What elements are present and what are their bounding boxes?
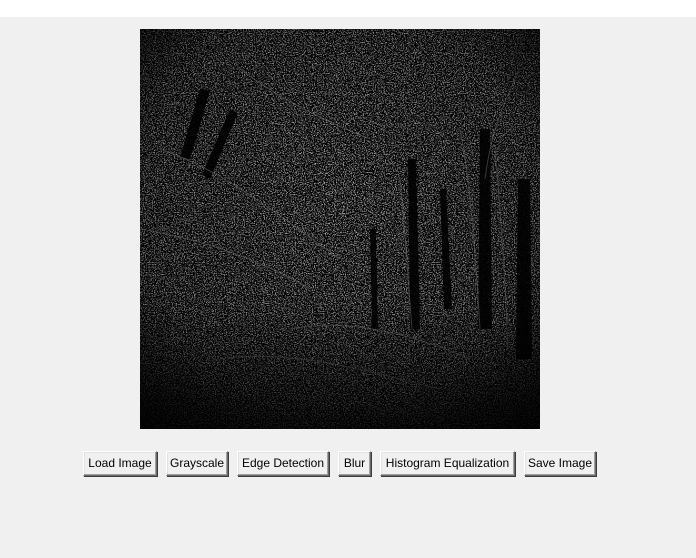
save-image-button[interactable]: Save Image bbox=[524, 451, 596, 476]
grayscale-button[interactable]: Grayscale bbox=[166, 451, 228, 476]
window-top-strip bbox=[0, 0, 696, 17]
client-area: Load Image Grayscale Edge Detection Blur… bbox=[0, 17, 696, 558]
blur-button[interactable]: Blur bbox=[338, 451, 371, 476]
edge-detection-button[interactable]: Edge Detection bbox=[237, 451, 329, 476]
processed-image bbox=[140, 29, 540, 429]
app-window: Load Image Grayscale Edge Detection Blur… bbox=[0, 0, 696, 558]
image-canvas bbox=[140, 29, 540, 429]
load-image-button[interactable]: Load Image bbox=[83, 451, 157, 476]
histogram-equalization-button[interactable]: Histogram Equalization bbox=[380, 451, 515, 476]
